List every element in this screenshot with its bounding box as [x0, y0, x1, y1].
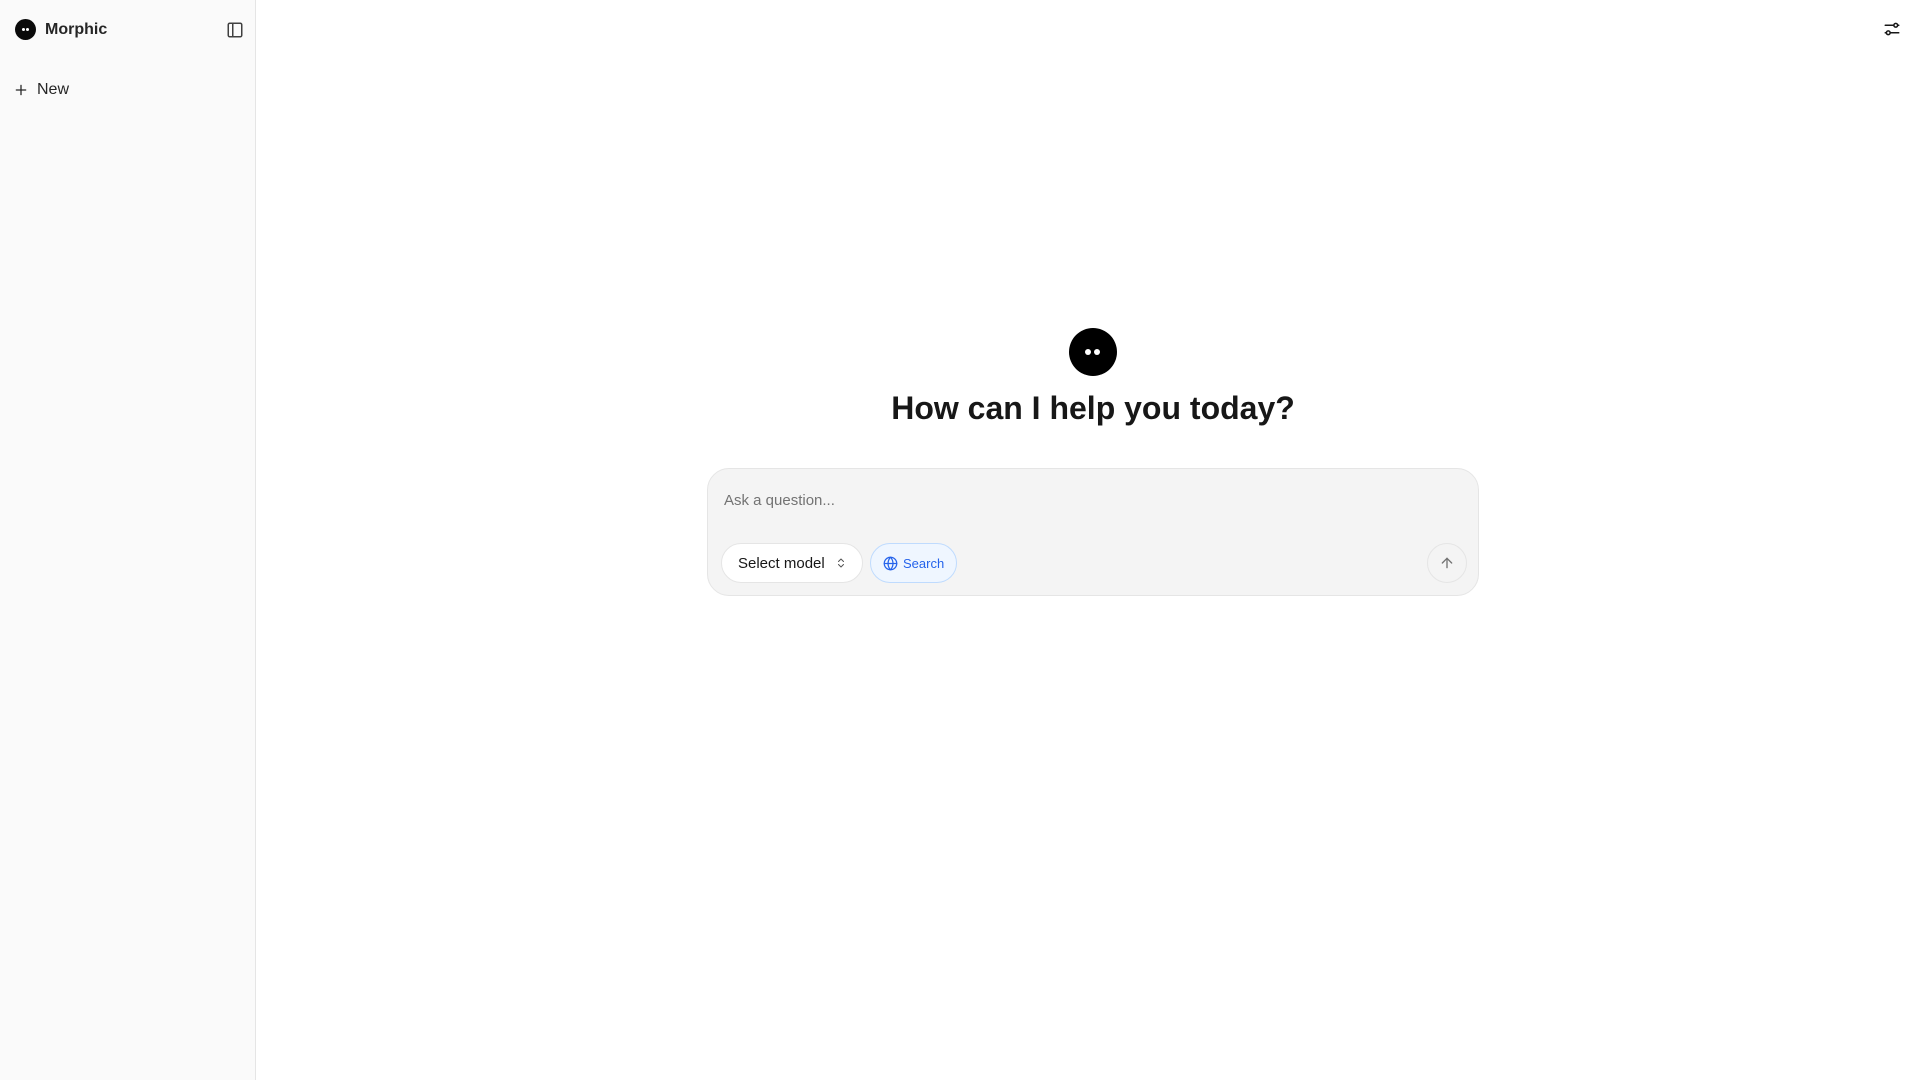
search-toggle[interactable]: Search [870, 543, 958, 583]
arrow-up-icon [1441, 557, 1453, 569]
brand-name: Morphic [45, 20, 108, 38]
model-select[interactable]: Select model [721, 543, 863, 583]
question-input[interactable] [724, 487, 1444, 513]
panel-left-icon [227, 22, 243, 38]
settings-button[interactable] [1880, 17, 1904, 41]
page-title: How can I help you today? [891, 390, 1295, 426]
send-button[interactable] [1427, 543, 1467, 583]
sidebar: Morphic New [0, 0, 256, 1080]
model-select-label: Select model [738, 554, 825, 572]
search-toggle-label: Search [903, 555, 945, 571]
globe-icon [883, 556, 898, 570]
sidebar-toggle-button[interactable] [225, 20, 245, 40]
sliders-icon [1884, 22, 1900, 36]
main-content: How can I help you today? Select model S… [256, 0, 1920, 1080]
morphic-logo-icon [1069, 328, 1117, 376]
new-chat-button[interactable]: New [14, 81, 69, 99]
chat-composer: Select model Search [707, 468, 1479, 596]
chevrons-up-down-icon [837, 558, 844, 568]
morphic-logo-icon [15, 19, 36, 40]
new-chat-label: New [37, 81, 70, 98]
brand-link[interactable]: Morphic [15, 19, 107, 40]
app-root: Morphic New How can I help you today? As… [0, 0, 1920, 1080]
plus-icon [15, 84, 27, 96]
